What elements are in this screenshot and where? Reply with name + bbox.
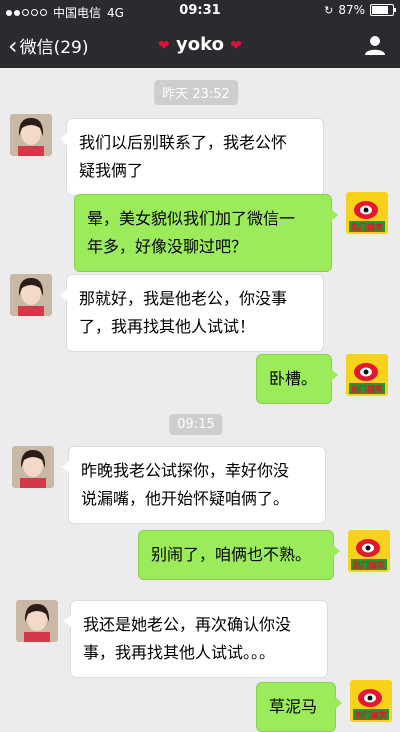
message-bubble-incoming[interactable]: 我还是她老公，再次确认你没 事，我再找其他人试试。。。 [64,600,328,678]
self-avatar[interactable]: 热门搞笑 [348,530,390,572]
chat-title: ❤ yoko ❤ [0,34,400,55]
chat-title-text: yoko [176,34,224,55]
person-icon [365,36,385,55]
battery-icon [370,4,396,16]
message-line: 昨晚我老公试探你，幸好你没 [81,461,290,480]
message-bubble-outgoing[interactable]: 卧槽。 [256,354,338,404]
contact-avatar[interactable] [12,446,54,488]
contact-avatar[interactable] [10,114,52,156]
orientation-lock-icon: ↻ [324,3,334,17]
weibo-icon: 热门搞笑 [346,354,388,396]
message-line: 了，我再找其他人试试！ [79,317,256,336]
contact-avatar-image [10,274,52,316]
message-bubble-incoming[interactable]: 那就好，我是他老公，你没事 了，我再找其他人试试！ [60,274,324,352]
contact-avatar[interactable] [10,274,52,316]
message-line: 我们以后别联系了，我老公怀 [79,133,288,152]
message-line: 草泥马 [269,697,318,716]
status-bar: 中国电信 4G 09:31 ↻ 87% [0,0,400,22]
message-line: 晕，美女貌似我们加了微信一 [87,209,296,228]
message-bubble-incoming[interactable]: 昨晚我老公试探你，幸好你没 说漏嘴，他开始怀疑咱俩了。 [62,446,326,524]
self-avatar-text: 热门搞笑 [355,710,387,720]
battery-fill [372,6,388,14]
self-avatar[interactable]: 热门搞笑 [346,192,388,234]
status-right: ↻ 87% [324,3,396,17]
message-bubble-incoming[interactable]: 我们以后别联系了，我老公怀 疑我俩了 [60,118,324,196]
self-avatar-text: 热门搞笑 [351,222,383,232]
self-avatar[interactable]: 热门搞笑 [346,354,388,396]
weibo-icon: 热门搞笑 [350,680,392,722]
message-bubble-outgoing[interactable]: 草泥马 [256,682,342,732]
self-avatar-text: 热门搞笑 [351,384,383,394]
chat-area[interactable]: 昨天 23:52 我们以后别联系了，我老公怀 疑我俩了 晕，美女貌似我们加了微信… [0,68,400,732]
message-line: 卧槽。 [269,369,318,388]
self-avatar[interactable]: 热门搞笑 [350,680,392,722]
message-line: 那就好，我是他老公，你没事 [79,289,288,308]
contact-avatar-image [12,446,54,488]
message-bubble-outgoing[interactable]: 别闹了，咱俩也不熟。 [138,530,340,580]
message-line: 我还是她老公，再次确认你没 [83,615,292,634]
message-line: 说漏嘴，他开始怀疑咱俩了。 [81,489,290,508]
message-line: 别闹了，咱俩也不熟。 [151,545,312,564]
weibo-icon: 热门搞笑 [348,530,390,572]
contact-avatar-image [16,600,58,642]
timestamp: 09:15 [169,414,223,435]
timestamp: 昨天 23:52 [154,80,238,105]
message-line: 事，我再找其他人试试。。。 [83,643,276,662]
nav-bar: ‹ 微信(29) ❤ yoko ❤ [0,22,400,68]
lips-icon: ❤ [158,38,170,54]
weibo-icon: 热门搞笑 [346,192,388,234]
contact-avatar[interactable] [16,600,58,642]
message-line: 疑我俩了 [79,161,144,180]
battery-percent: 87% [338,3,365,17]
profile-button[interactable] [364,34,386,56]
lips-icon: ❤ [230,38,242,54]
contact-avatar-image [10,114,52,156]
message-bubble-outgoing[interactable]: 晕，美女貌似我们加了微信一 年多，好像没聊过吧？ [74,194,338,272]
self-avatar-text: 热门搞笑 [353,560,385,570]
message-line: 年多，好像没聊过吧？ [87,237,248,256]
